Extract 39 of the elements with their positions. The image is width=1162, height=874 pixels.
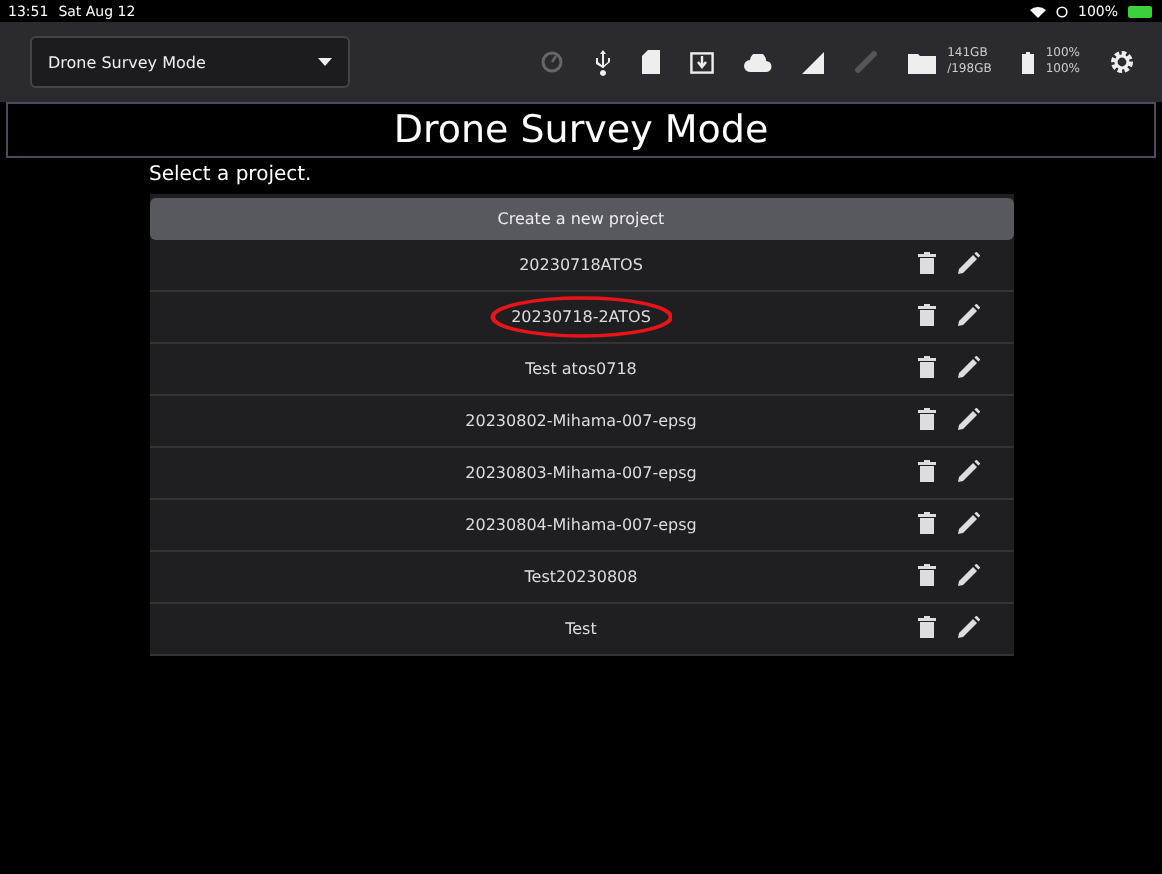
project-name[interactable]: 20230718ATOS [519,256,643,274]
delete-button[interactable] [917,302,935,332]
project-name[interactable]: Test [565,620,597,638]
edit-button[interactable] [957,354,979,384]
delete-button[interactable] [917,250,935,280]
create-project-button[interactable]: Create a new project [149,198,1013,240]
edit-button[interactable] [957,458,979,488]
edit-button[interactable] [957,250,979,280]
edit-button[interactable] [957,510,979,540]
cloud-icon[interactable] [743,53,772,71]
usb-icon[interactable] [593,49,612,75]
page-title: Drone Survey Mode [6,102,1156,158]
edit-button[interactable] [957,302,979,332]
battery-icon[interactable] [1021,51,1034,73]
settings-icon[interactable] [1110,50,1134,74]
edit-button[interactable] [957,406,979,436]
prompt-text: Select a project. [149,164,314,186]
project-name[interactable]: 20230802-Mihama-007-epsg [465,412,697,430]
edit-button[interactable] [957,562,979,592]
delete-button[interactable] [917,614,935,644]
wifi-icon [1029,5,1046,17]
delete-button[interactable] [917,510,935,540]
mode-dropdown[interactable]: Drone Survey Mode [30,36,350,88]
project-name[interactable]: Test20230808 [524,568,638,586]
folder-icon[interactable] [907,51,936,73]
project-name[interactable]: Test atos0718 [525,360,637,378]
download-icon[interactable] [689,50,714,74]
delete-button[interactable] [917,354,935,384]
delete-button[interactable] [917,562,935,592]
signal-icon[interactable] [801,51,824,73]
delete-button[interactable] [917,406,935,436]
project-name[interactable]: 20230803-Mihama-007-epsg [465,464,697,482]
edit-button[interactable] [957,614,979,644]
battery-icon [1128,5,1154,17]
sd-card-icon[interactable] [641,50,660,74]
timer-icon[interactable] [539,50,564,74]
project-name[interactable]: 20230804-Mihama-007-epsg [465,516,697,534]
delete-button[interactable] [917,458,935,488]
caret-icon [318,58,332,66]
